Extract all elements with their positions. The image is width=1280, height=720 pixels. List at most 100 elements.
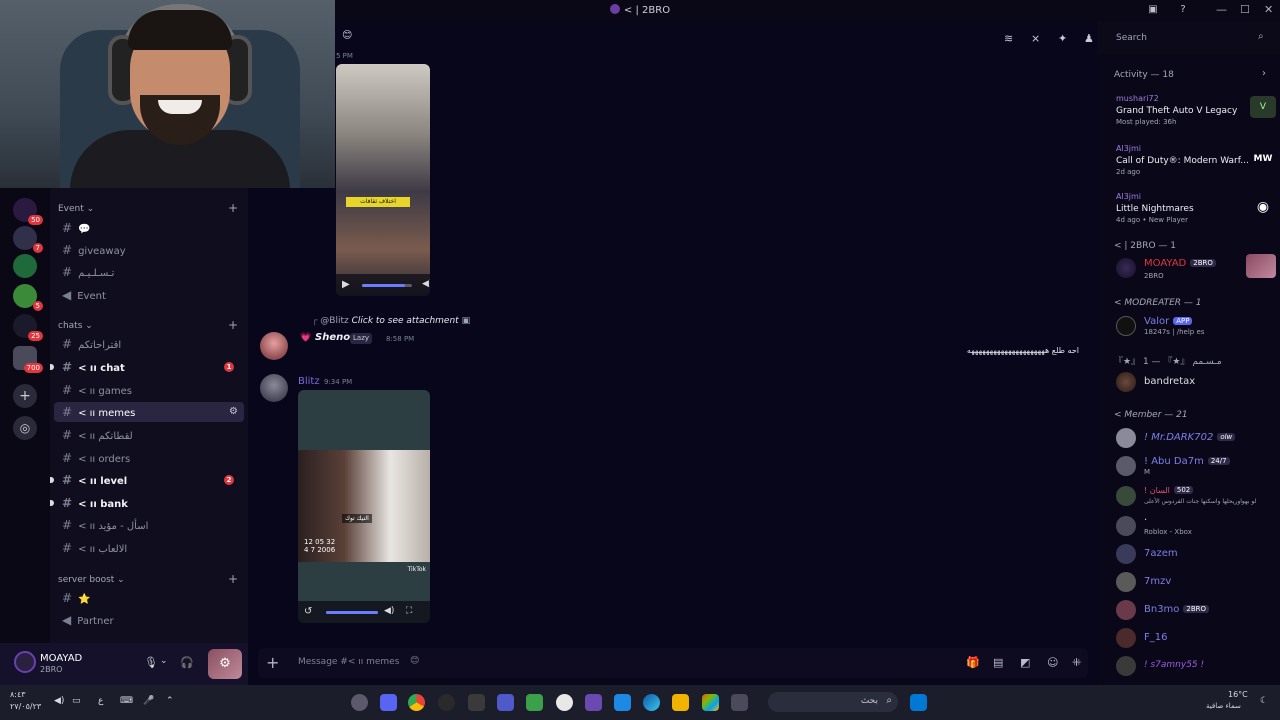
pin-icon[interactable]: ✦ (1058, 32, 1067, 45)
server-icon[interactable]: 50 (13, 198, 43, 225)
weather-temp[interactable]: 16°C (1228, 690, 1248, 699)
discover-icon[interactable]: ◎ (13, 416, 37, 440)
avatar[interactable] (14, 651, 36, 673)
channel-lqtatkom[interactable]: # < ıı لقطاتكم (54, 425, 244, 445)
app-icon[interactable] (556, 694, 573, 711)
member-name[interactable]: ! Abu Da7m 24/7 (1144, 456, 1230, 467)
member-name[interactable]: ! السان 502 (1144, 486, 1194, 495)
close-button[interactable]: ✕ (1264, 3, 1273, 16)
channel-memes[interactable]: # < ıı memes ⚙ (54, 402, 244, 422)
avatar[interactable] (260, 332, 288, 360)
microphone-icon[interactable]: 🎤 (143, 696, 154, 706)
maximize-button[interactable]: ☐ (1240, 3, 1250, 16)
message-author[interactable]: Sheno (315, 332, 350, 343)
avatar[interactable] (1116, 372, 1136, 392)
threads-icon[interactable]: ≋ (1004, 32, 1013, 45)
discord-app-icon[interactable] (380, 694, 397, 711)
app-icon[interactable] (438, 694, 455, 711)
app-icon[interactable] (526, 694, 543, 711)
volume-icon[interactable]: ◀) (384, 606, 394, 616)
avatar[interactable] (1116, 600, 1136, 620)
message-author[interactable]: Blitz (298, 376, 320, 387)
member-list-icon[interactable]: ♟ (1084, 32, 1094, 45)
weather-text[interactable]: سماء صافية (1206, 702, 1241, 710)
video-progress[interactable] (362, 284, 412, 287)
member-name[interactable]: Bn3mo 2BRO (1144, 604, 1210, 615)
channel-partner[interactable]: ◀ Partner (54, 610, 244, 630)
start-icon[interactable] (910, 694, 927, 711)
network-icon[interactable]: ▭ (72, 696, 81, 706)
avatar[interactable] (260, 374, 288, 402)
channel-asal[interactable]: # < ıı اسأل - مؤيد (54, 515, 244, 535)
server-icon[interactable]: 5 (13, 284, 43, 311)
replay-icon[interactable]: ↺ (304, 606, 312, 617)
minimize-button[interactable]: — (1216, 3, 1227, 16)
activity-user[interactable]: Al3jmi (1116, 192, 1141, 201)
channel-alaab[interactable]: # < ıı الالعاب (54, 538, 244, 558)
channel-giveaway[interactable]: # giveaway (54, 240, 244, 260)
channel-chat[interactable]: # < ıı chat 1 (50, 357, 244, 377)
server-icon[interactable] (13, 254, 37, 278)
server-icon[interactable]: 7 (13, 226, 43, 253)
taskbar-search[interactable]: بحث ⌕ (768, 692, 898, 712)
message-composer[interactable]: + Message #< ıı memes 😊 🎁 ▤ ◩ ☺ ⁜ (258, 648, 1088, 678)
settings-button[interactable]: ⚙ (208, 649, 242, 679)
app-icon[interactable] (468, 694, 485, 711)
member-name[interactable]: bandretax (1144, 376, 1195, 387)
reply-reference[interactable]: ┌ @Blitz Click to see attachment ▣ (312, 316, 470, 326)
channel-star[interactable]: # ⭐ (54, 588, 244, 608)
copilot-app-icon[interactable] (702, 694, 719, 711)
chevron-up-icon[interactable]: ⌃ (166, 696, 174, 706)
avatar[interactable] (1116, 516, 1136, 536)
avatar[interactable] (1116, 486, 1136, 506)
plus-icon[interactable]: + (266, 653, 279, 672)
chevron-right-icon[interactable]: › (1262, 68, 1266, 79)
edge-app-icon[interactable] (643, 694, 660, 711)
gift-icon[interactable]: 🎁 (966, 656, 980, 669)
channel-event-voice[interactable]: ◀ Event (54, 285, 244, 305)
microphone-icon[interactable]: 🎙 (144, 656, 158, 669)
avatar[interactable] (1116, 572, 1136, 592)
search-bar[interactable]: Search ⌕ (1110, 28, 1280, 48)
avatar[interactable] (1116, 428, 1136, 448)
channel-bank[interactable]: # < ıı bank (50, 493, 244, 513)
volume-icon[interactable]: ◀) (54, 696, 64, 706)
video-attachment[interactable]: التيك توك 12 05 32 4 7 2006 TikTok ↺ ◀) … (298, 390, 430, 623)
chevron-down-icon[interactable]: ⌄ (160, 656, 168, 666)
server-icon[interactable]: 700 (13, 346, 43, 373)
task-view-icon[interactable] (731, 694, 748, 711)
headphones-icon[interactable]: 🎧 (180, 656, 194, 669)
teams-app-icon[interactable] (497, 694, 514, 711)
inbox-icon[interactable]: ▣ (1146, 3, 1160, 17)
member-name[interactable]: MOAYAD 2BRO (1144, 258, 1216, 269)
file-explorer-icon[interactable] (672, 694, 689, 711)
app-icon[interactable] (614, 694, 631, 711)
member-name[interactable]: 7mzv (1144, 576, 1171, 587)
keyboard-icon[interactable]: ⌨ (120, 696, 133, 706)
channel-games[interactable]: # < ıı games (54, 380, 244, 400)
apps-icon[interactable]: ⁜ (1072, 656, 1081, 669)
avatar[interactable] (1116, 544, 1136, 564)
search-input[interactable]: Search (1110, 28, 1250, 48)
play-icon[interactable]: ▶ (342, 279, 350, 290)
category-chats[interactable]: chats ⌄ (58, 321, 93, 331)
avatar[interactable] (1116, 258, 1136, 278)
member-name[interactable]: . (1144, 512, 1147, 523)
help-icon[interactable]: ? (1176, 3, 1190, 17)
settings-app-icon[interactable] (351, 694, 368, 711)
add-channel-icon[interactable]: + (228, 201, 238, 215)
activity-user[interactable]: Al3jmi (1116, 144, 1141, 153)
channel-iqtirahatkom[interactable]: # اقتراحاتكم (54, 334, 244, 354)
add-channel-icon[interactable]: + (228, 318, 238, 332)
volume-icon[interactable]: ◀) (422, 279, 430, 289)
member-name[interactable]: F_16 (1144, 632, 1167, 643)
member-name[interactable]: ! s7amny55 ! (1144, 660, 1204, 670)
video-attachment[interactable]: اختلاف ثقافات ▶ ◀) ⛶ (336, 64, 430, 296)
avatar[interactable] (1116, 316, 1136, 336)
mute-icon[interactable]: ⨯ (1031, 32, 1040, 45)
avatar[interactable] (1116, 456, 1136, 476)
add-server-icon[interactable]: + (13, 384, 37, 408)
video-progress[interactable] (326, 611, 378, 614)
emoji-picker-icon[interactable]: ☺ (1047, 656, 1058, 669)
member-name[interactable]: ! Mr.DARK702 olw (1144, 432, 1236, 443)
